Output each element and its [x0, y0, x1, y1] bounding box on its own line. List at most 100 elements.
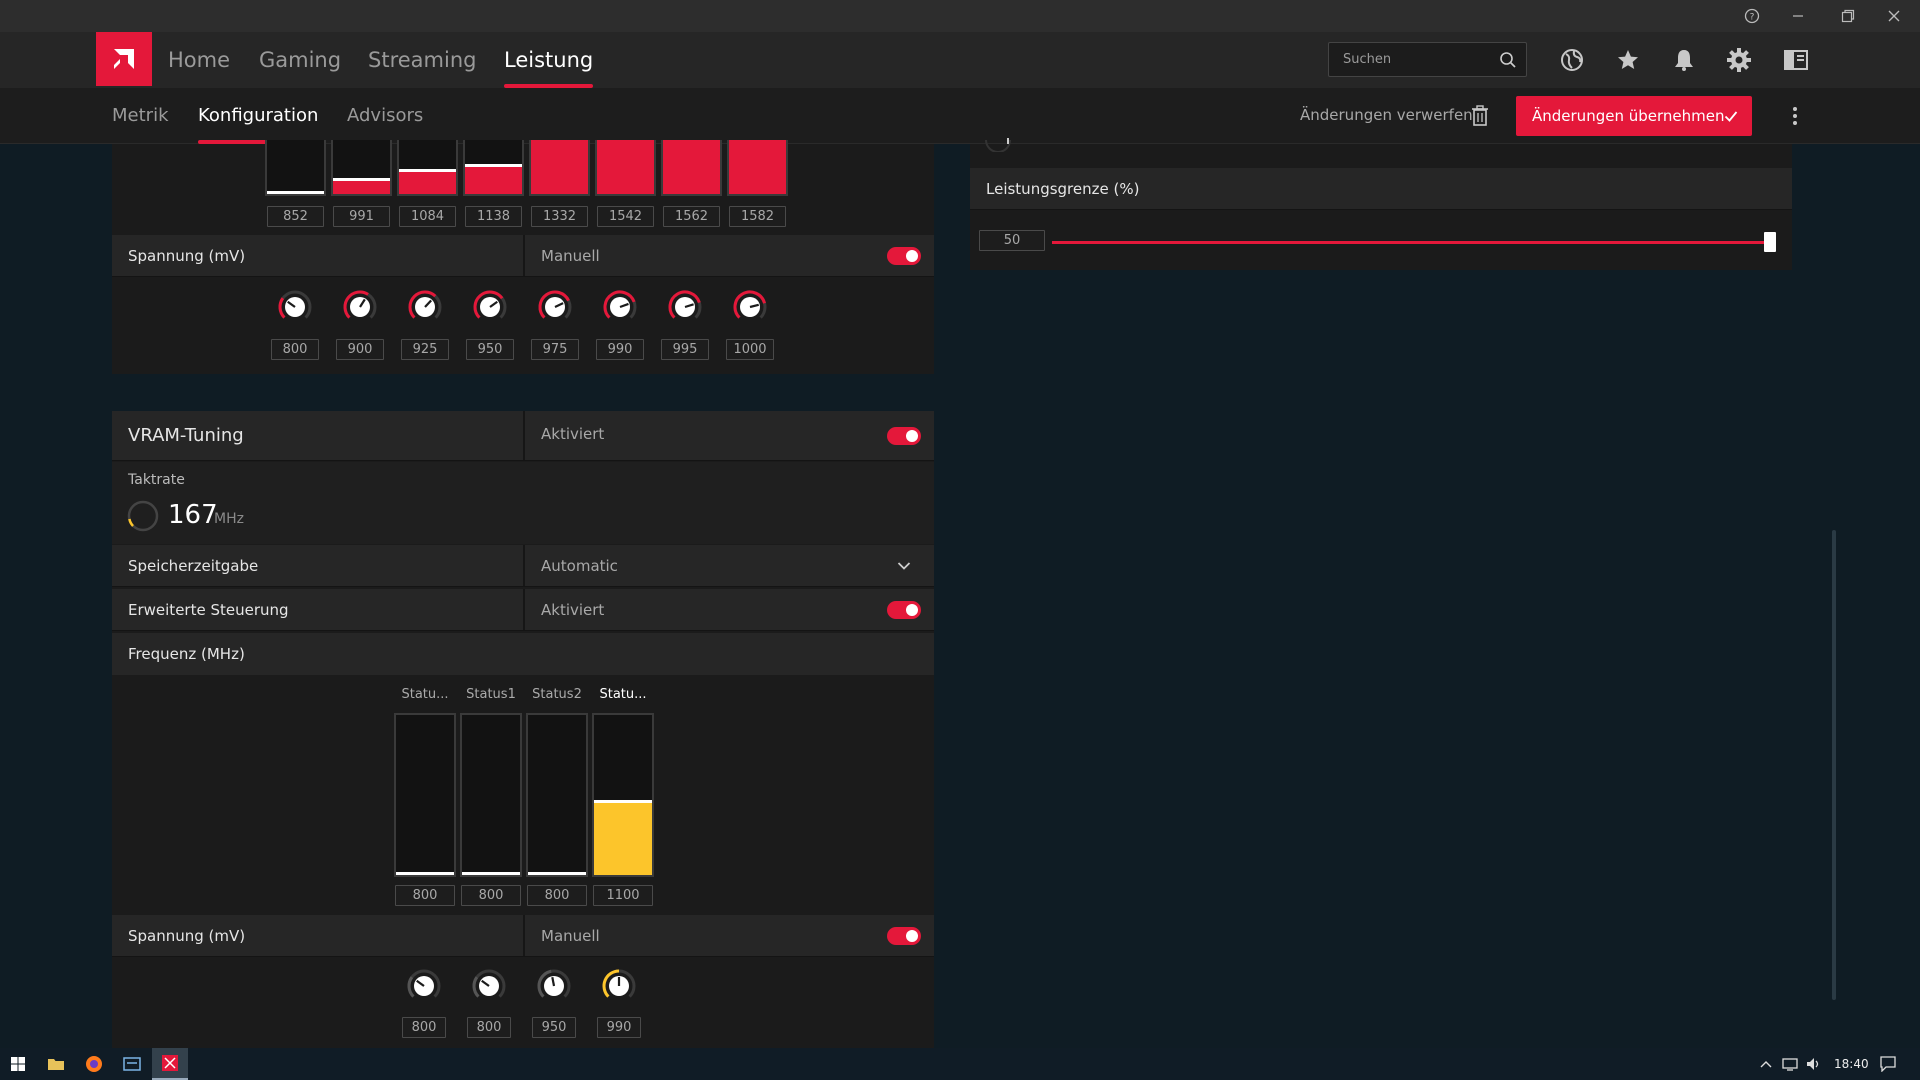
gpu-freq-value[interactable]: 1138: [465, 206, 522, 227]
vram-state-value[interactable]: 800: [395, 885, 455, 906]
gpu-freq-value[interactable]: 1542: [597, 206, 654, 227]
network-icon[interactable]: [1782, 1057, 1798, 1071]
power-limit-slider-track[interactable]: [1052, 241, 1772, 244]
gpu-voltage-value[interactable]: 950: [466, 339, 514, 360]
scrollbar[interactable]: [1832, 530, 1836, 1000]
gpu-freq-bar[interactable]: [331, 140, 392, 196]
tab-konfiguration[interactable]: Konfiguration: [198, 88, 319, 144]
gpu-freq-bar[interactable]: [529, 140, 590, 196]
vram-state-bar[interactable]: [526, 713, 588, 877]
gpu-freq-bar[interactable]: [595, 140, 656, 196]
vram-state-bar[interactable]: [592, 713, 654, 877]
restore-button[interactable]: [1825, 0, 1871, 32]
voltage-knob[interactable]: [472, 289, 508, 325]
gpu-freq-bar-fill: [465, 167, 522, 194]
voltage-knob[interactable]: [601, 968, 637, 1004]
bell-icon[interactable]: [1670, 46, 1698, 74]
chevron-up-icon[interactable]: [1760, 1060, 1772, 1068]
window-titlebar: ?: [0, 0, 1920, 32]
gpu-voltage-value[interactable]: 995: [661, 339, 709, 360]
app-window-icon[interactable]: [114, 1048, 150, 1080]
vram-state-value[interactable]: 800: [461, 885, 521, 906]
tab-metrik[interactable]: Metrik: [112, 88, 169, 144]
power-limit-slider-handle[interactable]: [1764, 232, 1776, 252]
vram-state-label: Statu...: [599, 687, 647, 702]
gpu-voltage-value[interactable]: 800: [271, 339, 319, 360]
gpu-freq-value[interactable]: 1582: [729, 206, 786, 227]
gpu-freq-bar[interactable]: [661, 140, 722, 196]
voltage-knob[interactable]: [406, 968, 442, 1004]
nav-gaming[interactable]: Gaming: [259, 32, 341, 88]
gpu-freq-bar[interactable]: [727, 140, 788, 196]
gpu-freq-value[interactable]: 991: [333, 206, 390, 227]
nav-leistung[interactable]: Leistung: [504, 32, 594, 88]
gpu-voltage-value[interactable]: 1000: [726, 339, 774, 360]
close-button[interactable]: [1871, 0, 1917, 32]
windows-start-icon[interactable]: [0, 1048, 36, 1080]
gpu-voltage-value[interactable]: 975: [531, 339, 579, 360]
vram-voltage-value[interactable]: 990: [597, 1017, 641, 1038]
apply-changes-button[interactable]: Änderungen übernehmen: [1516, 96, 1752, 136]
memory-timing-dropdown[interactable]: Automatic: [523, 545, 934, 586]
star-icon[interactable]: [1614, 46, 1642, 74]
gpu-freq-bar[interactable]: [265, 140, 326, 196]
gpu-voltage-toggle[interactable]: [887, 247, 921, 265]
radeon-software-taskbar-icon[interactable]: [152, 1048, 188, 1080]
firefox-icon[interactable]: [76, 1048, 112, 1080]
tab-advisors[interactable]: Advisors: [347, 88, 423, 144]
voltage-knob[interactable]: [277, 289, 313, 325]
gpu-freq-bar-fill: [597, 140, 654, 194]
notification-icon[interactable]: [1880, 1056, 1896, 1072]
more-options-icon[interactable]: [1792, 106, 1798, 126]
search-input[interactable]: [1343, 43, 1493, 76]
voltage-knob[interactable]: [732, 289, 768, 325]
globe-icon[interactable]: [1558, 46, 1586, 74]
voltage-knob[interactable]: [667, 289, 703, 325]
voltage-knob[interactable]: [537, 289, 573, 325]
advanced-control-toggle[interactable]: [887, 601, 921, 619]
gear-icon[interactable]: [1725, 46, 1753, 74]
discard-changes-link[interactable]: Änderungen verwerfen: [1300, 106, 1473, 124]
gpu-freq-bar[interactable]: [397, 140, 458, 196]
vram-voltage-value[interactable]: 800: [402, 1017, 446, 1038]
volume-icon[interactable]: [1806, 1057, 1822, 1071]
vram-state-bar-fill: [594, 803, 652, 875]
nav-home[interactable]: Home: [168, 32, 230, 88]
voltage-knob[interactable]: [407, 289, 443, 325]
vram-state-bar[interactable]: [460, 713, 522, 877]
voltage-knob[interactable]: [602, 289, 638, 325]
search-box[interactable]: [1328, 42, 1527, 77]
trash-icon[interactable]: [1471, 105, 1489, 127]
gpu-freq-value[interactable]: 1332: [531, 206, 588, 227]
vram-state-bar[interactable]: [394, 713, 456, 877]
gpu-voltage-value[interactable]: 925: [401, 339, 449, 360]
vram-voltage-toggle[interactable]: [887, 927, 921, 945]
voltage-knob[interactable]: [536, 968, 572, 1004]
gpu-freq-bar[interactable]: [463, 140, 524, 196]
vram-status-cell: Aktiviert: [523, 411, 934, 460]
file-explorer-icon[interactable]: [38, 1048, 74, 1080]
vram-toggle[interactable]: [887, 427, 921, 445]
gpu-voltage-value[interactable]: 900: [336, 339, 384, 360]
gpu-voltage-value[interactable]: 990: [596, 339, 644, 360]
vram-state-value[interactable]: 1100: [593, 885, 653, 906]
checkmark-icon: [1724, 111, 1738, 122]
vram-voltage-value[interactable]: 800: [467, 1017, 511, 1038]
power-limit-value[interactable]: 50: [979, 230, 1045, 251]
gpu-freq-value[interactable]: 1562: [663, 206, 720, 227]
amd-logo-icon[interactable]: [96, 32, 152, 86]
gpu-freq-value[interactable]: 852: [267, 206, 324, 227]
sidebar-panel-icon[interactable]: [1782, 46, 1810, 74]
gpu-freq-value[interactable]: 1084: [399, 206, 456, 227]
clock-time[interactable]: 18:40: [1834, 1048, 1869, 1080]
voltage-knob[interactable]: [471, 968, 507, 1004]
vram-voltage-value[interactable]: 950: [532, 1017, 576, 1038]
minimize-button[interactable]: [1775, 0, 1821, 32]
vram-state-value[interactable]: 800: [527, 885, 587, 906]
help-icon[interactable]: ?: [1729, 0, 1775, 32]
vram-state-bar-marker: [396, 872, 454, 875]
vram-state-label: Statu...: [401, 687, 449, 702]
search-icon[interactable]: [1499, 51, 1517, 69]
nav-streaming[interactable]: Streaming: [368, 32, 476, 88]
voltage-knob[interactable]: [342, 289, 378, 325]
